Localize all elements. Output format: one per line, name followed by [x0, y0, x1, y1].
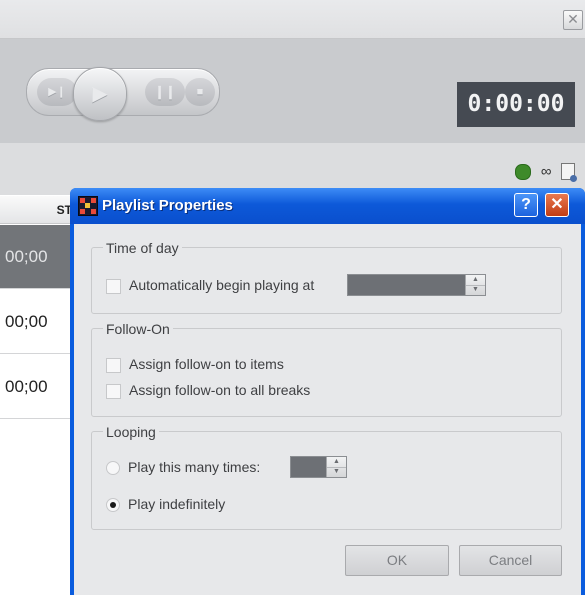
help-button[interactable]: ?: [514, 193, 538, 217]
follow-on-label: Follow-On: [103, 321, 173, 337]
auto-begin-time-spinner[interactable]: ▲ ▼: [347, 274, 486, 296]
play-times-spinner[interactable]: ▲ ▼: [290, 456, 347, 478]
play-times-row[interactable]: Play this many times:: [106, 456, 260, 478]
transport-controls: ▶❙ ❙❙ ■ ▶: [26, 67, 220, 121]
play-indefinitely-radio[interactable]: [106, 498, 120, 513]
auto-begin-checkbox[interactable]: [106, 278, 121, 294]
table-row[interactable]: 00;00: [0, 225, 80, 289]
close-button[interactable]: ✕: [545, 193, 569, 217]
spin-down-icon[interactable]: ▼: [327, 467, 346, 477]
pause-icon: ❙❙: [154, 84, 176, 99]
help-icon: ?: [521, 196, 531, 213]
playlist-properties-dialog: Playlist Properties ? ✕ Time of day Auto…: [70, 188, 585, 595]
spin-down-icon[interactable]: ▼: [466, 285, 485, 295]
follow-on-breaks-checkbox[interactable]: [106, 383, 121, 399]
app-top-bar: ✕: [0, 0, 585, 39]
dialog-title: Playlist Properties: [102, 197, 233, 214]
follow-on-group: Follow-On Assign follow-on to items Assi…: [91, 321, 562, 417]
dialog-titlebar[interactable]: Playlist Properties ? ✕: [70, 188, 585, 224]
follow-on-breaks-label: Assign follow-on to all breaks: [129, 382, 311, 398]
play-indefinitely-row[interactable]: Play indefinitely: [106, 493, 225, 515]
app-logo-icon: [78, 196, 98, 216]
auto-begin-row[interactable]: Automatically begin playing at: [106, 274, 314, 296]
page-user-icon[interactable]: [561, 163, 577, 183]
follow-on-breaks-row[interactable]: Assign follow-on to all breaks: [106, 379, 310, 401]
table-row[interactable]: 00;00: [0, 355, 80, 419]
time-of-day-group: Time of day Automatically begin playing …: [91, 240, 562, 314]
time-of-day-label: Time of day: [103, 240, 182, 256]
looping-label: Looping: [103, 424, 159, 440]
stop-icon: ■: [196, 86, 204, 98]
step-play-icon: ▶❙: [48, 86, 66, 98]
play-times-label: Play this many times:: [128, 459, 261, 475]
grid-empty-area: [0, 420, 80, 595]
loop-icon[interactable]: ∞: [541, 164, 552, 179]
grid-column-header[interactable]: ST: [0, 196, 80, 224]
transport-area: ▶❙ ❙❙ ■ ▶ 0:00:00: [0, 39, 585, 143]
cancel-button[interactable]: Cancel: [459, 545, 562, 576]
play-times-radio[interactable]: [106, 461, 120, 476]
play-icon: ▶: [92, 83, 108, 105]
recycle-icon[interactable]: [515, 163, 532, 180]
follow-on-items-checkbox[interactable]: [106, 357, 121, 373]
play-indefinitely-label: Play indefinitely: [128, 496, 226, 512]
play-button[interactable]: ▶: [73, 67, 127, 121]
close-icon: ✕: [550, 196, 564, 213]
auto-begin-label: Automatically begin playing at: [129, 277, 315, 293]
dialog-content: Time of day Automatically begin playing …: [74, 224, 581, 595]
table-row[interactable]: 00;00: [0, 290, 80, 354]
looping-group: Looping Play this many times: ▲ ▼ Play i…: [91, 424, 562, 530]
pause-button[interactable]: ❙❙: [145, 78, 185, 106]
app-close-icon[interactable]: ✕: [563, 10, 583, 30]
stop-button[interactable]: ■: [185, 78, 215, 106]
timecode-display: 0:00:00: [457, 82, 575, 127]
step-play-button[interactable]: ▶❙: [37, 78, 77, 106]
ok-button[interactable]: OK: [345, 545, 449, 576]
follow-on-items-row[interactable]: Assign follow-on to items: [106, 353, 284, 375]
follow-on-items-label: Assign follow-on to items: [129, 356, 284, 372]
